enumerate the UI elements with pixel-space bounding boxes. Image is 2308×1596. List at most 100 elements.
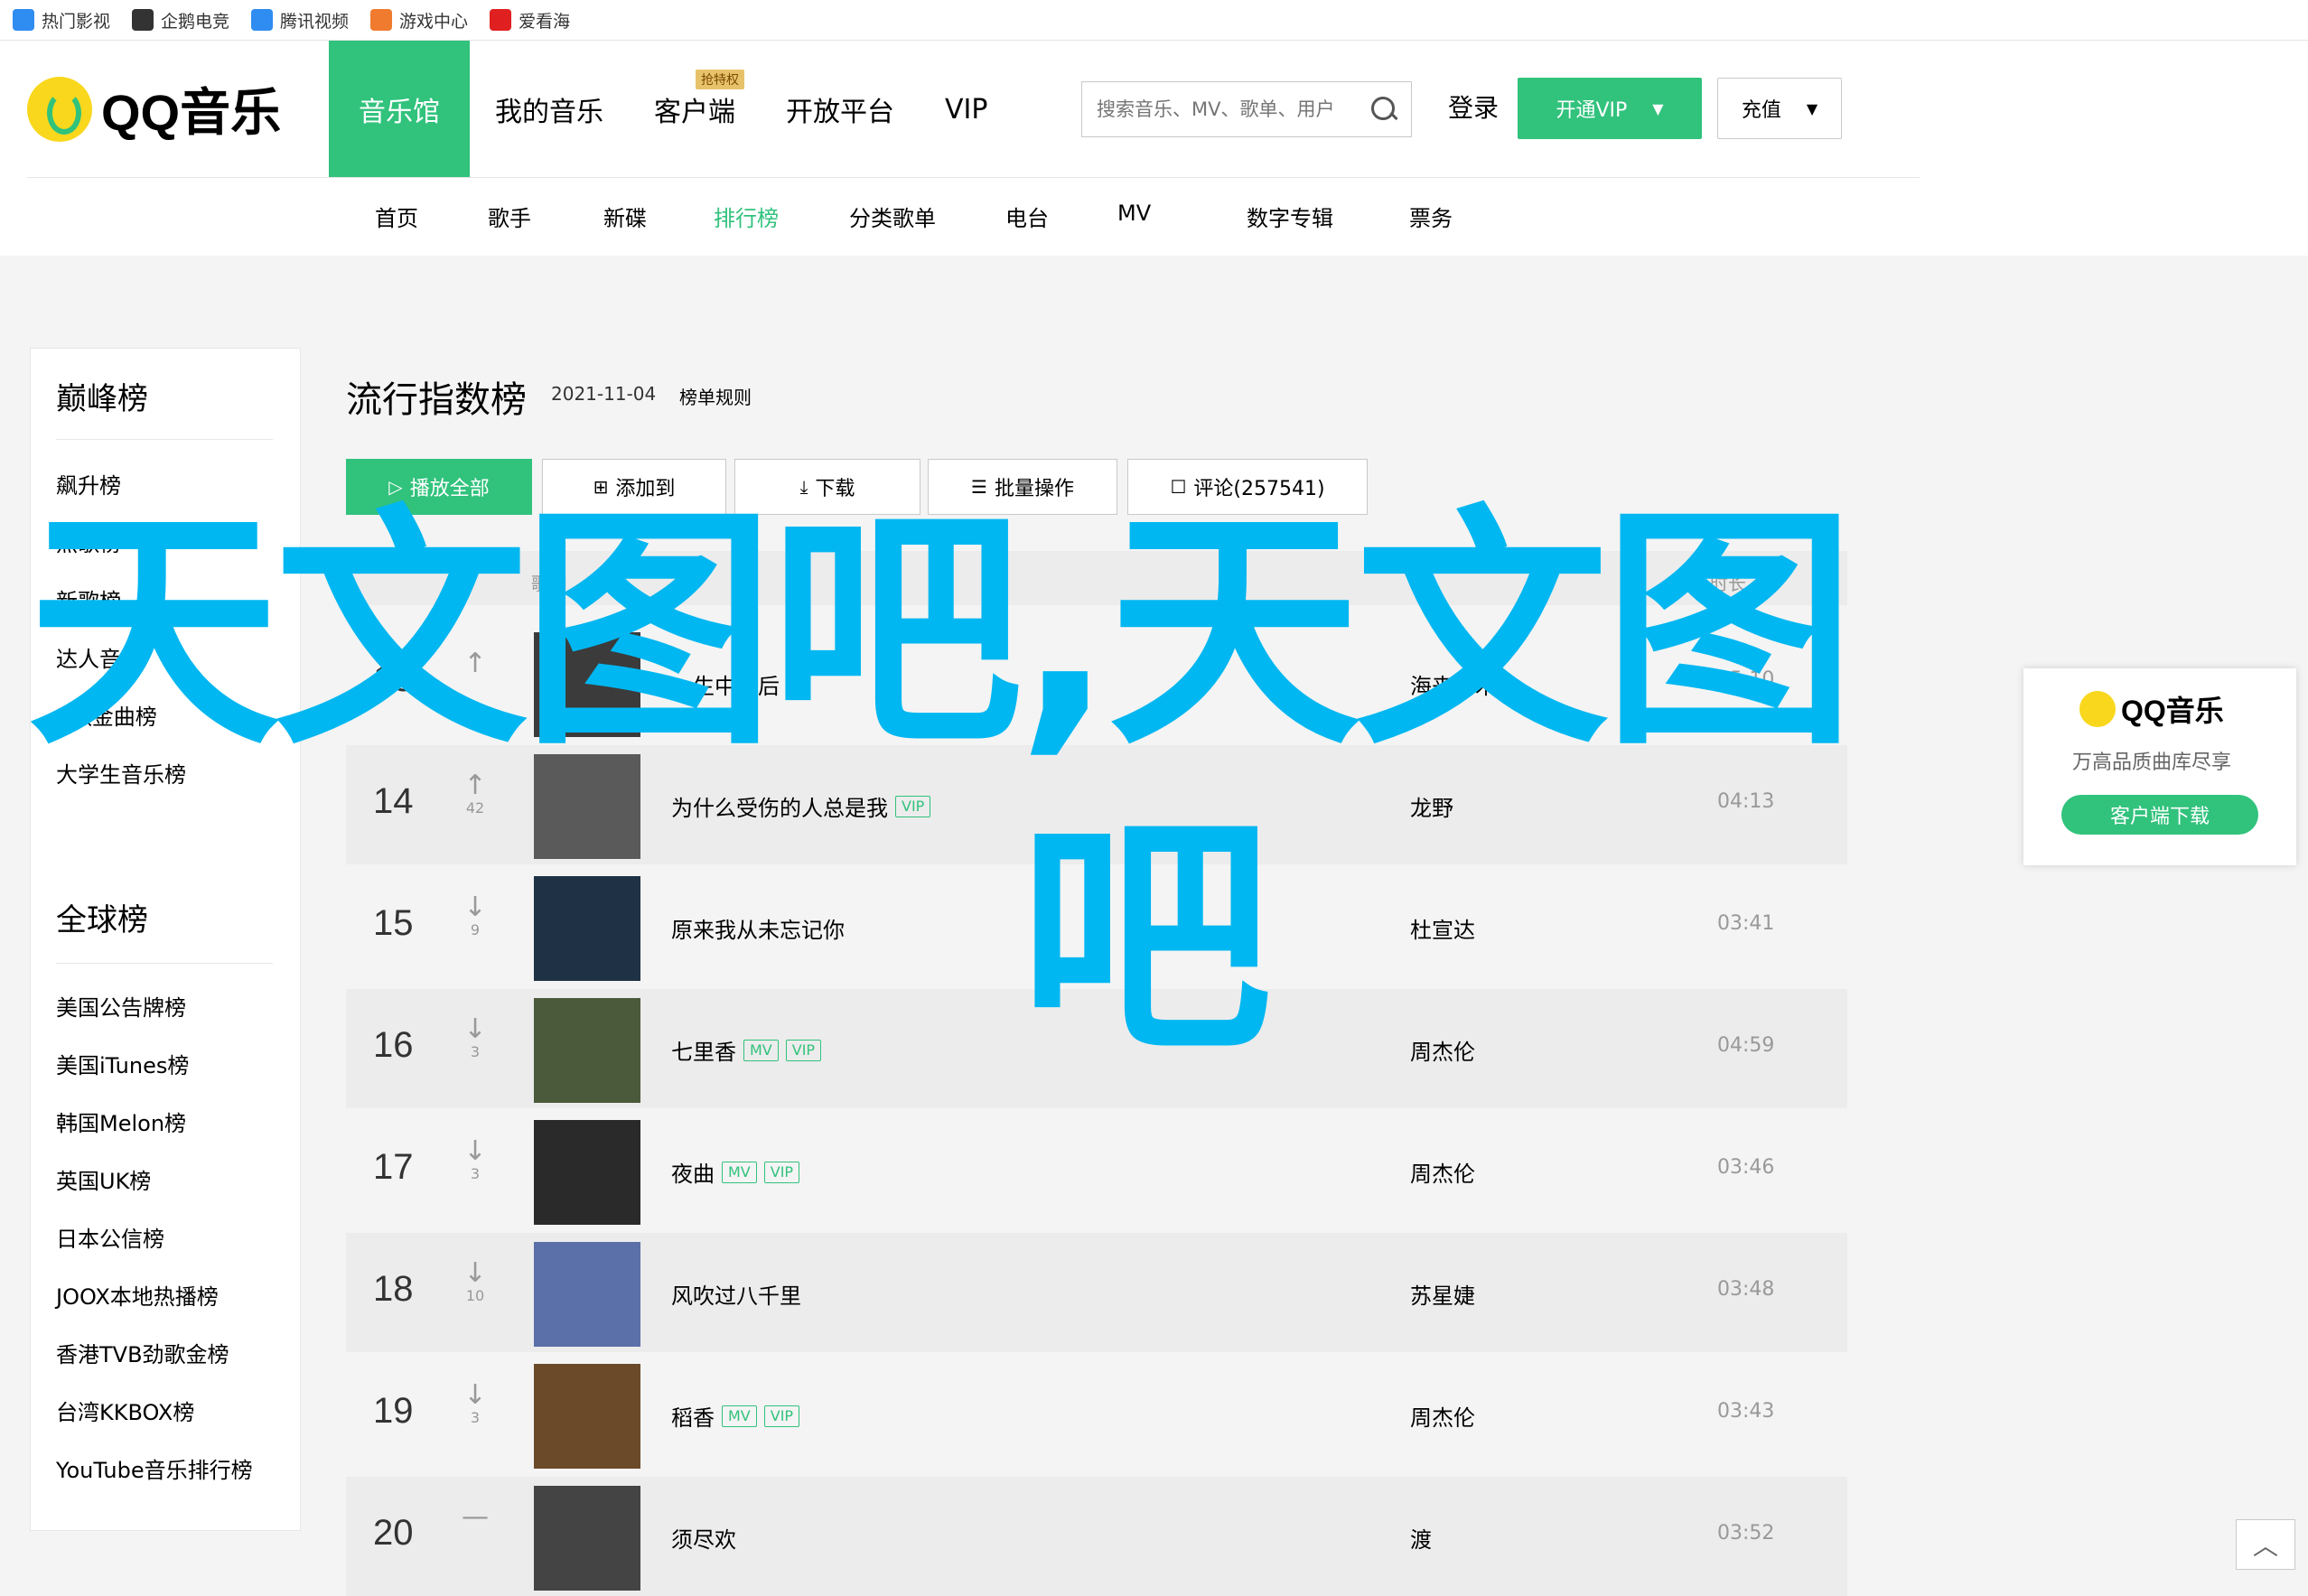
bookmark-item[interactable]: 企鹅电竞: [132, 8, 229, 33]
login-link[interactable]: 登录: [1448, 89, 1499, 125]
download-card-logo-text: QQ音乐: [2121, 695, 2224, 727]
chart-title: 流行指数榜: [346, 379, 527, 421]
play-icon: [251, 9, 274, 31]
subnav-item[interactable]: 排行榜: [714, 201, 779, 232]
search-box[interactable]: [1081, 81, 1412, 137]
song-row[interactable]: 19 ↓ 3 稻香 MV VIP 周杰伦 03:43: [346, 1355, 1847, 1474]
gamepad-icon: [370, 9, 393, 31]
bookmark-item[interactable]: 游戏中心: [370, 8, 468, 33]
bookmark-item[interactable]: 爱看海: [490, 8, 570, 33]
privilege-badge: 抢特权: [696, 70, 744, 89]
sidebar-chart-item[interactable]: 韩国Melon榜: [56, 1106, 186, 1137]
album-cover[interactable]: [534, 1120, 640, 1225]
open-vip-button[interactable]: 开通VIP ▼: [1518, 78, 1702, 139]
topnav-item[interactable]: 开放平台: [761, 41, 920, 178]
trend-arrow-icon: —: [462, 1501, 489, 1533]
song-title[interactable]: 原来我从未忘记你: [671, 912, 845, 944]
charge-button[interactable]: 充值 ▼: [1717, 78, 1842, 139]
trend-arrow-icon: ↓: [463, 1257, 487, 1289]
qq-music-logo[interactable]: QQ音乐: [27, 72, 281, 145]
rank-number: 20: [373, 1513, 414, 1553]
song-title-cell: 七里香 MV VIP: [671, 1034, 822, 1066]
rank-number: 19: [373, 1391, 414, 1431]
search-input[interactable]: [1082, 98, 1369, 121]
song-title[interactable]: 夜曲: [671, 1156, 715, 1188]
heart-icon: [490, 9, 512, 31]
open-vip-label: 开通VIP: [1556, 99, 1628, 122]
singer-name[interactable]: 周杰伦: [1410, 1156, 1475, 1188]
singer-name[interactable]: 苏星婕: [1410, 1278, 1475, 1310]
subnav-item[interactable]: 数字专辑: [1247, 201, 1333, 232]
chart-date: 2021-11-04: [551, 383, 657, 405]
album-cover[interactable]: [534, 1486, 640, 1591]
singer-name[interactable]: 周杰伦: [1410, 1400, 1475, 1432]
topnav-item[interactable]: 音乐馆: [329, 41, 470, 178]
chevron-down-icon[interactable]: ▼: [1807, 100, 1817, 117]
bookmark-label: 游戏中心: [399, 11, 469, 32]
client-download-button[interactable]: 客户端下载: [2061, 795, 2258, 835]
back-to-top-button[interactable]: ︿: [2236, 1519, 2295, 1570]
subnav-item[interactable]: 票务: [1409, 201, 1453, 232]
subnav-item[interactable]: 歌手: [488, 201, 531, 232]
sidebar-chart-item[interactable]: 美国iTunes榜: [56, 1048, 189, 1079]
rank-trend: ↓ 3: [462, 1382, 489, 1427]
song-duration: 03:46: [1717, 1156, 1775, 1179]
rank-number: 18: [373, 1269, 414, 1309]
subnav-item[interactable]: 首页: [375, 201, 418, 232]
song-title[interactable]: 稻香: [671, 1400, 715, 1432]
rank-change: 3: [470, 1409, 481, 1426]
vip-tag: VIP: [763, 1405, 800, 1427]
rank-number: 16: [373, 1025, 414, 1065]
album-cover[interactable]: [534, 1242, 640, 1347]
rank-trend: ↓ 3: [462, 1138, 489, 1183]
chart-rules-link[interactable]: 榜单规则: [679, 383, 752, 409]
song-duration: 03:43: [1717, 1400, 1775, 1423]
sidebar-chart-item[interactable]: 英国UK榜: [56, 1163, 151, 1195]
song-title[interactable]: 须尽欢: [671, 1522, 736, 1554]
sidebar-chart-item[interactable]: 香港TVB劲歌金榜: [56, 1337, 229, 1368]
penguin-icon: [132, 9, 154, 31]
song-title[interactable]: 为什么受伤的人总是我: [671, 790, 888, 822]
mv-tag[interactable]: MV: [722, 1405, 757, 1427]
album-cover[interactable]: [534, 998, 640, 1103]
sidebar-chart-item[interactable]: 日本公信榜: [56, 1221, 164, 1253]
trend-arrow-icon: ↓: [463, 1013, 487, 1045]
song-title[interactable]: 风吹过八千里: [671, 1278, 801, 1310]
mv-tag[interactable]: MV: [722, 1161, 757, 1183]
music-note-icon: [2079, 691, 2116, 727]
sidebar-chart-item[interactable]: YouTube音乐排行榜: [56, 1452, 253, 1484]
bookmark-item[interactable]: 热门影视: [13, 8, 110, 33]
song-title[interactable]: 七里香: [671, 1034, 736, 1066]
sidebar-chart-item[interactable]: 台湾KKBOX榜: [56, 1395, 194, 1426]
singer-name[interactable]: 周杰伦: [1410, 1034, 1475, 1066]
watermark-text-line2: 吧: [1019, 792, 1272, 1087]
subnav-item[interactable]: 分类歌单: [849, 201, 936, 232]
subnav-item[interactable]: 电台: [1005, 201, 1049, 232]
song-row[interactable]: 18 ↓ 10 风吹过八千里 苏星婕 03:48: [346, 1233, 1847, 1352]
bookmark-item[interactable]: 腾讯视频: [251, 8, 349, 33]
vip-tag: VIP: [895, 795, 931, 817]
sidebar-chart-item[interactable]: JOOX本地热播榜: [56, 1279, 219, 1311]
search-icon[interactable]: [1369, 95, 1398, 124]
topnav-item[interactable]: 我的音乐: [470, 41, 629, 178]
album-cover[interactable]: [534, 1364, 640, 1469]
topnav-item[interactable]: 客户端 抢特权: [629, 41, 761, 178]
song-title-cell: 为什么受伤的人总是我 VIP: [671, 790, 931, 822]
song-row[interactable]: 20 — 须尽欢 渡 03:52: [346, 1477, 1847, 1596]
rank-change: 10: [465, 1287, 485, 1304]
singer-name[interactable]: 杜宣达: [1410, 912, 1475, 944]
sidebar-chart-item[interactable]: 美国公告牌榜: [56, 990, 186, 1022]
song-row[interactable]: 17 ↓ 3 夜曲 MV VIP 周杰伦 03:46: [346, 1111, 1847, 1230]
song-title-cell: 风吹过八千里: [671, 1278, 801, 1310]
singer-name[interactable]: 龙野: [1410, 790, 1453, 822]
subnav-item[interactable]: MV: [1117, 201, 1151, 226]
vip-tag: VIP: [785, 1039, 822, 1061]
rank-trend: —: [462, 1504, 489, 1531]
chevron-down-icon[interactable]: ▼: [1652, 100, 1663, 117]
singer-name[interactable]: 渡: [1410, 1522, 1432, 1554]
sidebar-divider: [56, 963, 273, 964]
mv-tag[interactable]: MV: [743, 1039, 779, 1061]
subnav-item[interactable]: 新碟: [603, 201, 647, 232]
album-cover[interactable]: [534, 876, 640, 981]
topnav-item[interactable]: VIP: [920, 41, 1013, 178]
